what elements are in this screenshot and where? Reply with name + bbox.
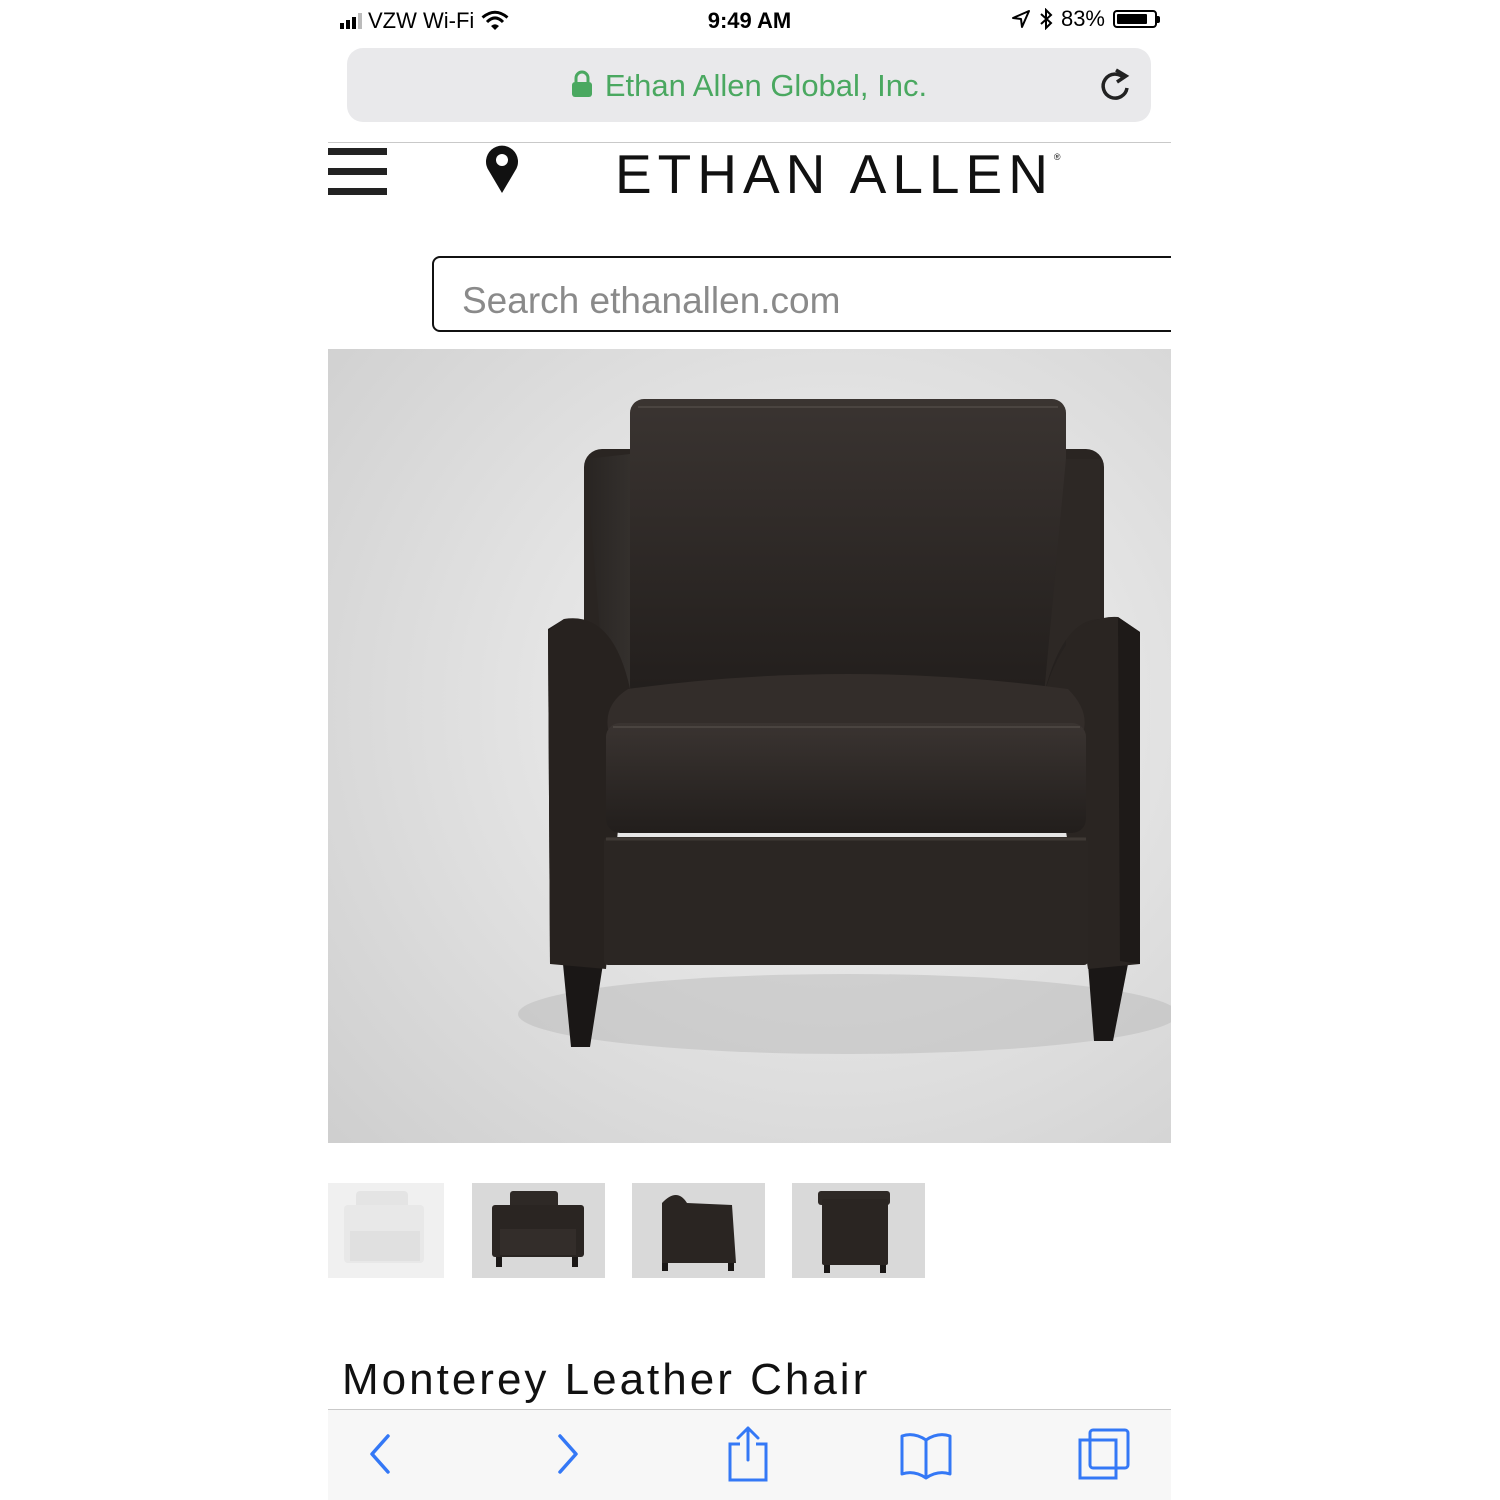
- reload-icon[interactable]: [1097, 66, 1133, 104]
- thumbnail-2[interactable]: [472, 1183, 605, 1278]
- product-main-image[interactable]: [328, 349, 1171, 1143]
- status-right: 83%: [1011, 6, 1160, 32]
- address-bar[interactable]: Ethan Allen Global, Inc.: [347, 48, 1151, 122]
- product-title: Monterey Leather Chair: [342, 1355, 871, 1404]
- location-pin-icon[interactable]: [483, 143, 521, 195]
- search-input[interactable]: [432, 256, 1171, 332]
- browser-toolbar: [328, 1409, 1171, 1500]
- location-arrow-icon: [1011, 10, 1030, 28]
- bookmarks-icon[interactable]: [898, 1430, 954, 1480]
- battery-icon: [1113, 10, 1160, 28]
- forward-icon[interactable]: [552, 1428, 582, 1478]
- site-identity: Ethan Allen Global, Inc.: [347, 68, 1151, 104]
- thumbnail-3[interactable]: [632, 1183, 765, 1278]
- thumbnail-1[interactable]: [328, 1183, 444, 1278]
- brand-logo[interactable]: ETHAN ALLEN®: [615, 142, 1061, 206]
- back-icon[interactable]: [366, 1428, 396, 1478]
- battery-percent: 83%: [1060, 6, 1105, 31]
- thumbnail-4[interactable]: [792, 1183, 925, 1278]
- status-bar: VZW Wi-Fi 9:49 AM 83%: [328, 0, 1171, 42]
- hamburger-menu-icon[interactable]: [328, 148, 388, 198]
- share-icon[interactable]: [726, 1424, 770, 1482]
- tabs-icon[interactable]: [1076, 1426, 1132, 1482]
- phone-screen: VZW Wi-Fi 9:49 AM 83% Ethan Allen Global…: [328, 0, 1171, 1500]
- lock-icon: [571, 70, 592, 97]
- bluetooth-icon: [1040, 8, 1053, 30]
- site-name: Ethan Allen Global, Inc.: [604, 68, 928, 103]
